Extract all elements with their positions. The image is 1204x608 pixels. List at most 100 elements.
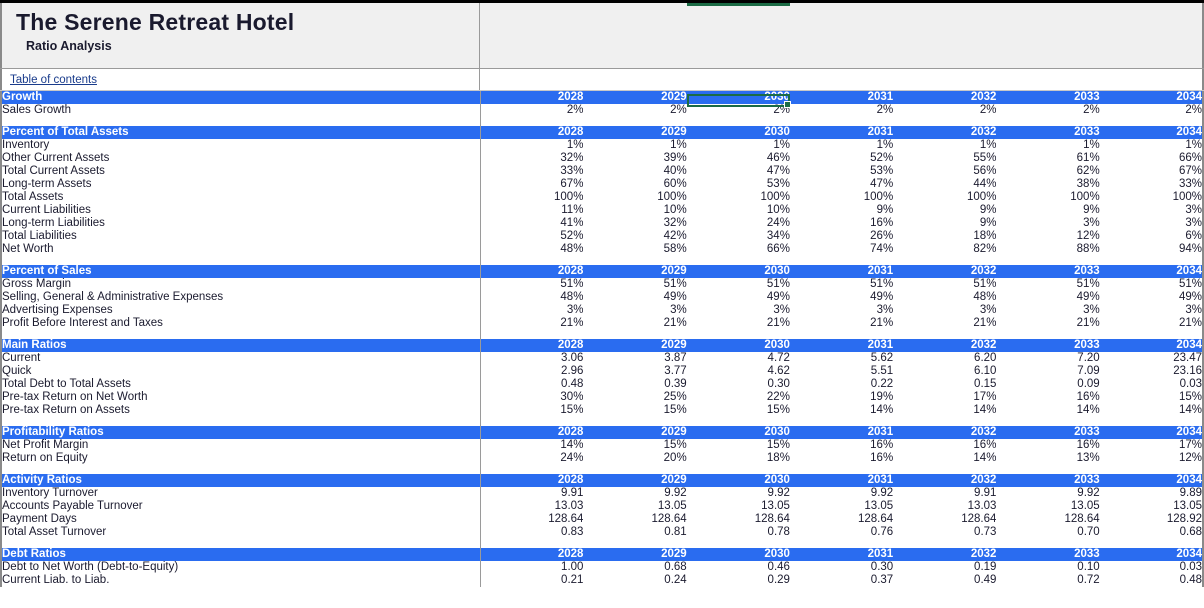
cell-value[interactable]: 49% <box>687 291 790 304</box>
cell-value[interactable]: 39% <box>583 152 686 165</box>
cell-value[interactable]: 11% <box>480 204 583 217</box>
cell-value[interactable]: 56% <box>893 165 996 178</box>
cell-value[interactable]: 9% <box>893 217 996 230</box>
cell-value[interactable]: 0.10 <box>996 561 1099 574</box>
cell-value[interactable]: 1% <box>790 139 893 152</box>
cell-value[interactable]: 24% <box>480 452 583 465</box>
cell-value[interactable]: 21% <box>893 317 996 330</box>
cell-value[interactable]: 16% <box>893 439 996 452</box>
table-of-contents-link[interactable]: Table of contents <box>10 74 97 86</box>
cell-value[interactable]: 24% <box>687 217 790 230</box>
cell-value[interactable]: 1.00 <box>480 561 583 574</box>
cell-value[interactable]: 0.09 <box>996 378 1099 391</box>
cell-value[interactable]: 16% <box>790 439 893 452</box>
cell-value[interactable]: 3.06 <box>480 352 583 365</box>
cell-value[interactable]: 0.49 <box>893 574 996 587</box>
cell-value[interactable]: 4.72 <box>687 352 790 365</box>
cell-value[interactable]: 51% <box>996 278 1099 291</box>
cell-value[interactable]: 49% <box>1100 291 1203 304</box>
cell-value[interactable]: 2% <box>583 104 686 117</box>
cell-value[interactable]: 0.72 <box>996 574 1099 587</box>
cell-value[interactable]: 2.96 <box>480 365 583 378</box>
cell-value[interactable]: 9.91 <box>893 487 996 500</box>
cell-value[interactable]: 33% <box>480 165 583 178</box>
cell-value[interactable]: 0.83 <box>480 526 583 539</box>
cell-value[interactable]: 9% <box>790 204 893 217</box>
cell-value[interactable]: 23.16 <box>1100 365 1203 378</box>
cell-value[interactable]: 6.20 <box>893 352 996 365</box>
cell-value[interactable]: 32% <box>583 217 686 230</box>
cell-value[interactable]: 21% <box>996 317 1099 330</box>
cell-value[interactable]: 1% <box>996 139 1099 152</box>
cell-value[interactable]: 100% <box>790 191 893 204</box>
cell-value[interactable]: 51% <box>1100 278 1203 291</box>
cell-value[interactable]: 0.76 <box>790 526 893 539</box>
cell-value[interactable]: 1% <box>687 139 790 152</box>
cell-value[interactable]: 100% <box>996 191 1099 204</box>
cell-value[interactable]: 6% <box>1100 230 1203 243</box>
cell-value[interactable]: 0.68 <box>583 561 686 574</box>
cell-value[interactable]: 46% <box>687 152 790 165</box>
cell-value[interactable]: 100% <box>687 191 790 204</box>
cell-value[interactable]: 17% <box>893 391 996 404</box>
cell-value[interactable]: 9.92 <box>996 487 1099 500</box>
cell-value[interactable]: 21% <box>583 317 686 330</box>
cell-value[interactable]: 3% <box>583 304 686 317</box>
cell-value[interactable]: 13.03 <box>893 500 996 513</box>
cell-value[interactable]: 10% <box>583 204 686 217</box>
cell-value[interactable]: 2% <box>480 104 583 117</box>
cell-value[interactable]: 1% <box>583 139 686 152</box>
cell-value[interactable]: 3% <box>687 304 790 317</box>
cell-value[interactable]: 3.87 <box>583 352 686 365</box>
cell-value[interactable]: 52% <box>480 230 583 243</box>
cell-value[interactable]: 94% <box>1100 243 1203 256</box>
cell-value[interactable]: 22% <box>687 391 790 404</box>
cell-value[interactable]: 3% <box>790 304 893 317</box>
cell-value[interactable]: 16% <box>996 391 1099 404</box>
cell-value[interactable]: 51% <box>893 278 996 291</box>
cell-value[interactable]: 3% <box>1100 217 1203 230</box>
cell-value[interactable]: 3.77 <box>583 365 686 378</box>
cell-value[interactable]: 67% <box>480 178 583 191</box>
cell-value[interactable]: 0.48 <box>1100 574 1203 587</box>
cell-value[interactable]: 7.09 <box>996 365 1099 378</box>
cell-value[interactable]: 16% <box>996 439 1099 452</box>
cell-value[interactable]: 48% <box>480 291 583 304</box>
cell-value[interactable]: 5.51 <box>790 365 893 378</box>
cell-value[interactable]: 0.29 <box>687 574 790 587</box>
cell-value[interactable]: 53% <box>790 165 893 178</box>
cell-value[interactable]: 1% <box>1100 139 1203 152</box>
cell-value[interactable]: 0.78 <box>687 526 790 539</box>
cell-value[interactable]: 2% <box>996 104 1099 117</box>
cell-value[interactable]: 13.03 <box>480 500 583 513</box>
cell-value[interactable]: 0.46 <box>687 561 790 574</box>
cell-value[interactable]: 15% <box>480 404 583 417</box>
cell-value[interactable]: 128.92 <box>1100 513 1203 526</box>
cell-value[interactable]: 49% <box>996 291 1099 304</box>
cell-value[interactable]: 47% <box>790 178 893 191</box>
cell-value[interactable]: 74% <box>790 243 893 256</box>
cell-value[interactable]: 14% <box>790 404 893 417</box>
cell-value[interactable]: 2% <box>687 104 790 117</box>
cell-value[interactable]: 82% <box>893 243 996 256</box>
cell-value[interactable]: 128.64 <box>893 513 996 526</box>
cell-value[interactable]: 14% <box>996 404 1099 417</box>
cell-value[interactable]: 61% <box>996 152 1099 165</box>
cell-value[interactable]: 0.70 <box>996 526 1099 539</box>
cell-value[interactable]: 0.15 <box>893 378 996 391</box>
cell-value[interactable]: 48% <box>480 243 583 256</box>
cell-value[interactable]: 3% <box>1100 204 1203 217</box>
cell-value[interactable]: 10% <box>687 204 790 217</box>
cell-value[interactable]: 15% <box>583 439 686 452</box>
cell-value[interactable]: 3% <box>996 304 1099 317</box>
cell-value[interactable]: 15% <box>687 404 790 417</box>
cell-value[interactable]: 33% <box>1100 178 1203 191</box>
cell-value[interactable]: 19% <box>790 391 893 404</box>
cell-value[interactable]: 2% <box>893 104 996 117</box>
cell-value[interactable]: 128.64 <box>996 513 1099 526</box>
cell-value[interactable]: 9.89 <box>1100 487 1203 500</box>
cell-value[interactable]: 5.62 <box>790 352 893 365</box>
cell-value[interactable]: 0.03 <box>1100 561 1203 574</box>
cell-value[interactable]: 0.73 <box>893 526 996 539</box>
cell-value[interactable]: 49% <box>790 291 893 304</box>
